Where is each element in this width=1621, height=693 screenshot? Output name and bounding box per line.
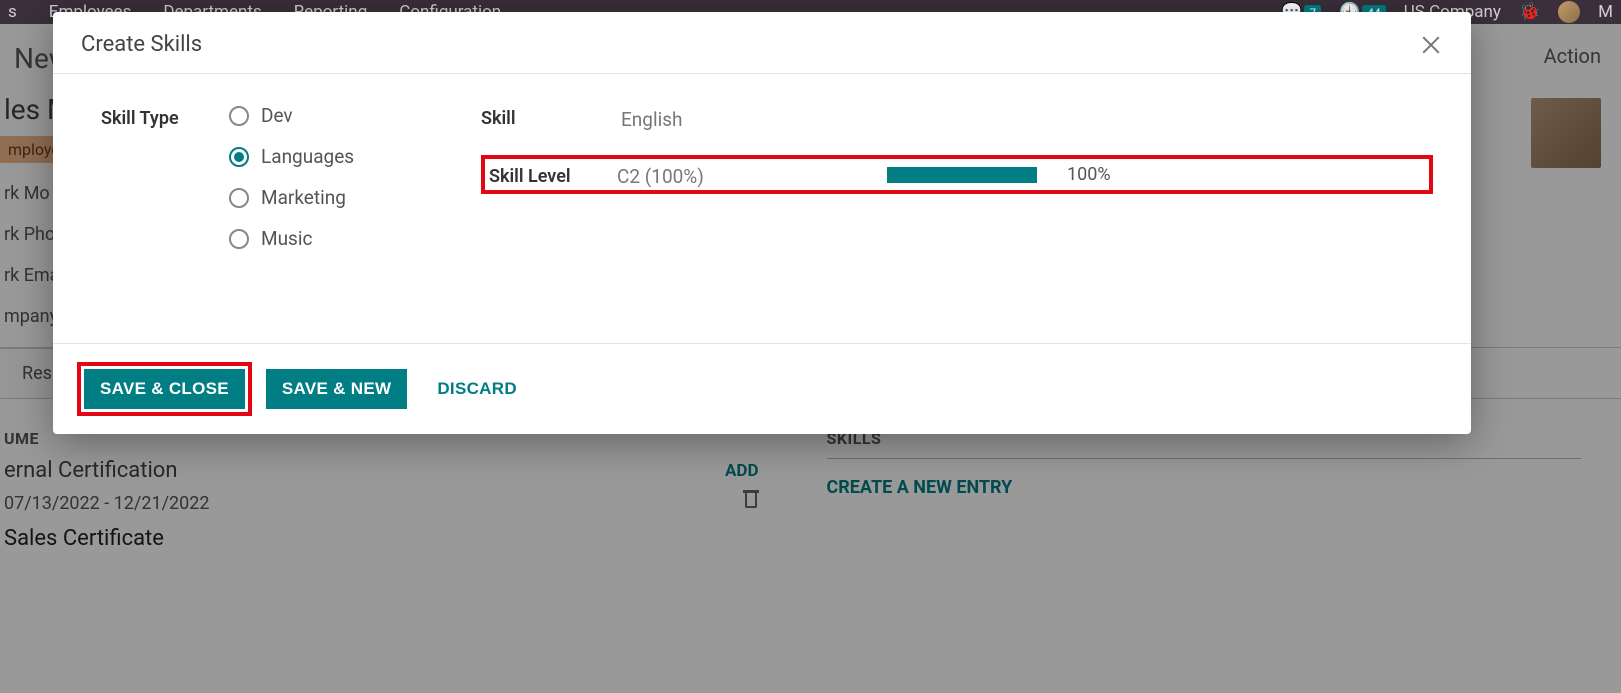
save-close-button[interactable]: SAVE & CLOSE [84,369,245,409]
avatar[interactable] [1558,1,1580,23]
radio-label: Music [261,227,312,250]
modal-footer: SAVE & CLOSE SAVE & NEW DISCARD [53,343,1471,434]
radio-music[interactable]: Music [229,227,471,250]
skill-level-value[interactable]: C2 (100%) [617,161,857,188]
radio-label: Marketing [261,186,346,209]
debug-icon[interactable]: 🐞 [1519,2,1540,22]
skill-level-progress [887,167,1037,183]
skill-label: Skill [481,104,617,131]
progress-percentage: 100% [1067,164,1111,185]
radio-marketing[interactable]: Marketing [229,186,471,209]
close-icon[interactable] [1419,33,1443,57]
skill-value[interactable]: English [621,104,1433,131]
progress-fill [887,167,1037,183]
radio-icon [229,188,249,208]
radio-icon [229,106,249,126]
radio-label: Dev [261,104,293,127]
radio-icon [229,229,249,249]
skill-type-radio-group: Dev Languages Marketing Music [229,104,471,250]
radio-icon [229,147,249,167]
radio-label: Languages [261,145,354,168]
radio-languages[interactable]: Languages [229,145,471,168]
discard-button[interactable]: DISCARD [421,369,533,409]
modal-header: Create Skills [53,12,1471,74]
modal-title: Create Skills [81,32,202,57]
skill-type-label: Skill Type [101,104,221,250]
nav-item[interactable]: s [8,2,17,22]
modal-body: Skill Type Dev Languages Marketing Music [53,74,1471,343]
radio-dev[interactable]: Dev [229,104,471,127]
user-initial: M [1598,2,1613,22]
save-new-button[interactable]: SAVE & NEW [266,369,407,409]
skill-level-label: Skill Level [489,162,617,187]
create-skills-modal: Create Skills Skill Type Dev Languages M… [53,12,1471,434]
